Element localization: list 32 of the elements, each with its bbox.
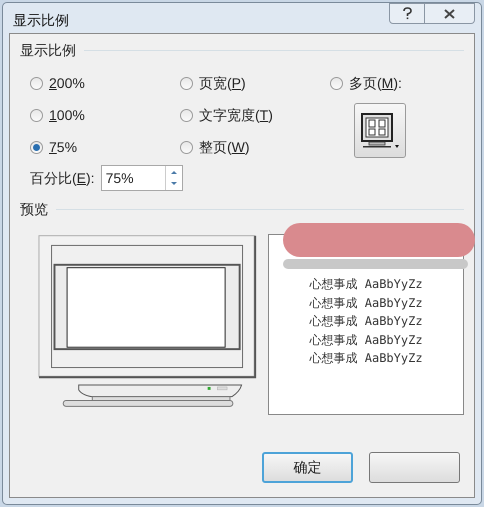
option-label: 文字宽度(T) bbox=[199, 106, 273, 125]
sample-text: 心想事成 AaBbYyZz bbox=[310, 332, 423, 348]
dialog-button[interactable]: 确定 bbox=[262, 452, 353, 483]
sample-text: 心想事成 AaBbYyZz bbox=[310, 276, 423, 293]
percent-label: 百分比(E): bbox=[30, 168, 95, 188]
close-button[interactable] bbox=[425, 3, 475, 24]
help-button[interactable] bbox=[389, 3, 425, 24]
option-label: 整页(W) bbox=[199, 138, 250, 157]
percent-spin-field[interactable]: 75% bbox=[100, 165, 183, 191]
option-label: 多页(M): bbox=[349, 74, 402, 93]
window-title: 显示比例 bbox=[13, 11, 69, 30]
sample-text: 心想事成 AaBbYyZz bbox=[310, 294, 423, 312]
radio-button[interactable] bbox=[180, 108, 193, 122]
monitor-pages-icon bbox=[359, 110, 401, 150]
radio-button[interactable] bbox=[180, 140, 193, 154]
help-icon bbox=[402, 7, 412, 20]
sample-text: 心想事成 AaBbYyZz bbox=[310, 313, 423, 330]
option-label: 页宽(P) bbox=[199, 74, 246, 93]
close-icon bbox=[444, 8, 455, 18]
option-label: 100% bbox=[49, 106, 85, 124]
group-title: 预览 bbox=[20, 200, 48, 219]
group-title: 显示比例 bbox=[20, 41, 76, 60]
dialog-button[interactable] bbox=[369, 452, 460, 483]
radio-button[interactable] bbox=[30, 76, 43, 90]
option-label: 75% bbox=[49, 138, 78, 156]
radio-button[interactable] bbox=[30, 108, 43, 122]
sample-text: 心想事成 AaBbYyZz bbox=[310, 350, 423, 367]
radio-button[interactable] bbox=[30, 140, 43, 154]
page-grid-dropdown-button[interactable] bbox=[354, 103, 406, 158]
radio-button[interactable] bbox=[330, 76, 343, 90]
option-label: 200% bbox=[49, 74, 85, 92]
radio-button[interactable] bbox=[180, 76, 193, 90]
